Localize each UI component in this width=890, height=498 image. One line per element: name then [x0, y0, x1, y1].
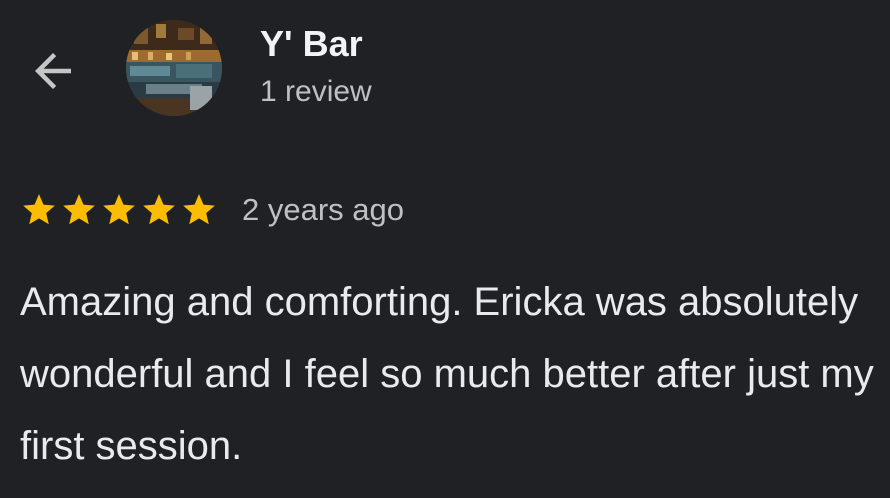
back-button[interactable] [22, 40, 84, 102]
star-filled-icon [23, 194, 55, 225]
star-filled-icon [143, 194, 175, 225]
place-title: Y' Bar [260, 23, 363, 64]
review-date: 2 years ago [242, 192, 404, 227]
rating-row: 2 years ago [20, 188, 404, 232]
star-rating [20, 191, 220, 229]
place-photo-image [126, 20, 222, 116]
place-avatar[interactable] [126, 20, 222, 116]
review-text: Amazing and comforting. Ericka was absol… [20, 280, 874, 468]
star-filled-icon [63, 194, 95, 225]
star-filled-icon [183, 194, 215, 225]
star-filled-icon [103, 194, 135, 225]
review-count: 1 review [260, 75, 372, 108]
arrow-left-icon [35, 53, 71, 89]
